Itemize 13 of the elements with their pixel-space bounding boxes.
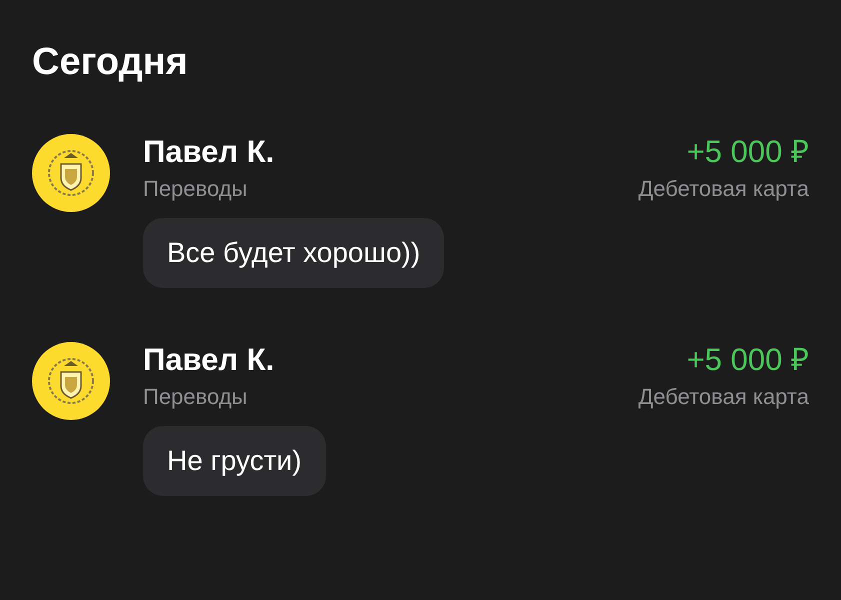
amount-label: +5 000 ₽	[686, 341, 809, 379]
sender-name: Павел К.	[143, 133, 274, 171]
message-bubble: Все будет хорошо))	[143, 218, 444, 288]
bank-logo-icon	[32, 342, 110, 420]
account-label: Дебетовая карта	[638, 383, 809, 411]
category-label: Переводы	[143, 175, 248, 203]
account-label: Дебетовая карта	[638, 175, 809, 203]
bank-logo-icon	[32, 134, 110, 212]
section-title: Сегодня	[32, 40, 189, 85]
amount-label: +5 000 ₽	[686, 133, 809, 171]
category-label: Переводы	[143, 383, 248, 411]
message-bubble: Не грусти)	[143, 426, 326, 496]
sender-name: Павел К.	[143, 341, 274, 379]
